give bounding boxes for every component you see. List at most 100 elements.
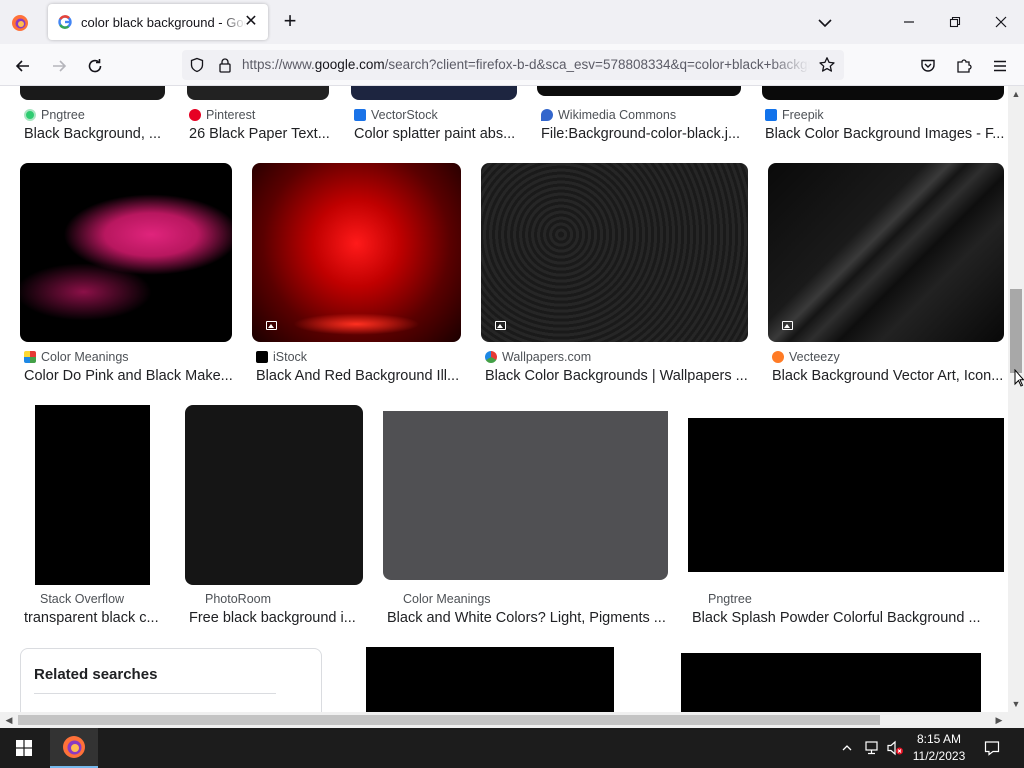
divider <box>34 693 276 694</box>
result-title[interactable]: transparent black c... <box>24 610 159 626</box>
result-image[interactable] <box>35 405 150 585</box>
navigation-toolbar: https://www.google.com/search?client=fir… <box>0 44 1024 86</box>
lock-icon[interactable] <box>218 57 232 73</box>
url-domain: google.com <box>314 57 385 72</box>
result-title[interactable]: Black And Red Background Ill... <box>256 368 459 384</box>
taskbar-firefox-button[interactable] <box>50 728 98 768</box>
show-hidden-icons-button[interactable] <box>838 728 856 768</box>
tab-close-icon[interactable]: ✕ <box>242 13 260 31</box>
bookmark-star-icon[interactable] <box>818 56 836 74</box>
start-button[interactable] <box>0 728 48 768</box>
mouse-cursor-icon <box>1014 369 1024 387</box>
page-viewport: Pngtree Pinterest VectorStock Wikimedia … <box>0 86 1008 712</box>
result-source[interactable]: Vecteezy <box>772 350 840 364</box>
notifications-button[interactable] <box>980 728 1004 768</box>
clock-date: 11/2/2023 <box>912 749 966 763</box>
result-image[interactable] <box>20 163 232 342</box>
back-arrow-icon <box>15 60 29 72</box>
scroll-up-icon[interactable]: ▲ <box>1008 86 1024 102</box>
vertical-scroll-thumb[interactable] <box>1010 289 1022 373</box>
result-source[interactable]: Wikimedia Commons <box>541 108 676 122</box>
volume-button[interactable] <box>884 728 906 768</box>
source-label: Freepik <box>782 108 824 122</box>
scroll-right-icon[interactable]: ▶ <box>991 712 1007 728</box>
address-bar[interactable]: https://www.google.com/search?client=fir… <box>182 50 844 80</box>
new-tab-button[interactable]: + <box>278 10 302 34</box>
list-all-tabs-button[interactable] <box>814 12 836 34</box>
taskbar-clock[interactable]: 8:15 AM 11/2/2023 <box>908 731 970 765</box>
windows-logo-icon <box>16 740 32 756</box>
source-label: Pinterest <box>206 108 256 122</box>
istock-favicon-icon <box>256 351 268 363</box>
extensions-button[interactable] <box>951 53 977 79</box>
result-title[interactable]: Black Background, ... <box>24 126 161 142</box>
result-source[interactable]: Wallpapers.com <box>485 350 591 364</box>
result-source[interactable]: Color Meanings <box>24 350 129 364</box>
scroll-down-icon[interactable]: ▼ <box>1008 696 1024 712</box>
result-title[interactable]: 26 Black Paper Text... <box>189 126 330 142</box>
url-path: /search?client=firefox-b-d&sca_esv=57880… <box>384 57 810 72</box>
result-image[interactable] <box>366 647 614 712</box>
firefox-icon <box>12 15 28 31</box>
result-source[interactable]: Color Meanings <box>403 592 491 606</box>
result-source[interactable]: iStock <box>256 350 307 364</box>
result-title[interactable]: Black and White Colors? Light, Pigments … <box>387 610 666 626</box>
result-image[interactable] <box>688 418 1004 572</box>
result-image[interactable] <box>383 411 668 580</box>
horizontal-scroll-thumb[interactable] <box>18 715 880 725</box>
forward-button[interactable] <box>46 53 72 79</box>
result-title[interactable]: File:Background-color-black.j... <box>541 126 740 142</box>
firefox-icon <box>63 736 85 758</box>
result-image[interactable] <box>481 163 748 342</box>
firefox-view-button[interactable] <box>6 9 34 37</box>
tab-bar: color black background - Google ✕ + <box>0 0 1024 44</box>
result-image[interactable] <box>762 86 1004 100</box>
result-source[interactable]: VectorStock <box>354 108 438 122</box>
result-title[interactable]: Black Color Background Images - F... <box>765 126 1004 142</box>
result-image[interactable] <box>351 86 517 100</box>
result-image[interactable] <box>681 653 981 712</box>
result-image[interactable] <box>252 163 461 342</box>
horizontal-scrollbar[interactable]: ◀ ▶ <box>0 712 1008 728</box>
result-source[interactable]: Stack Overflow <box>40 592 124 606</box>
tracking-protection-shield-icon[interactable] <box>189 57 205 73</box>
url-prefix: https://www. <box>242 57 315 72</box>
scrollbar-corner <box>1008 712 1024 728</box>
minimize-button[interactable] <box>897 10 921 34</box>
url-text[interactable]: https://www.google.com/search?client=fir… <box>242 57 810 72</box>
scroll-left-icon[interactable]: ◀ <box>1 712 17 728</box>
result-title[interactable]: Free black background i... <box>189 610 356 626</box>
notification-icon <box>984 741 1000 756</box>
restore-button[interactable] <box>943 10 967 34</box>
result-image[interactable] <box>768 163 1004 342</box>
vertical-scrollbar[interactable]: ▲ ▼ <box>1008 86 1024 712</box>
source-label: Color Meanings <box>41 350 129 364</box>
result-title[interactable]: Black Background Vector Art, Icon... <box>772 368 1003 384</box>
back-button[interactable] <box>10 53 36 79</box>
result-title[interactable]: Color Do Pink and Black Make... <box>24 368 233 384</box>
result-source[interactable]: PhotoRoom <box>205 592 271 606</box>
related-searches-panel: Related searches <box>20 648 322 712</box>
result-image[interactable] <box>20 86 165 100</box>
source-label: Pngtree <box>708 592 752 606</box>
result-source[interactable]: Pinterest <box>189 108 255 122</box>
close-window-button[interactable] <box>989 10 1013 34</box>
reload-button[interactable] <box>82 53 108 79</box>
result-title[interactable]: Black Color Backgrounds | Wallpapers ... <box>485 368 748 384</box>
speaker-muted-icon <box>887 740 903 756</box>
color-meanings-favicon-icon <box>24 351 36 363</box>
app-menu-button[interactable] <box>987 53 1013 79</box>
pngtree-favicon-icon <box>24 109 36 121</box>
result-source[interactable]: Pngtree <box>708 592 752 606</box>
result-title[interactable]: Black Splash Powder Colorful Background … <box>692 610 981 626</box>
result-image[interactable] <box>187 86 329 100</box>
result-source[interactable]: Freepik <box>765 108 824 122</box>
wallpapers-favicon-icon <box>485 351 497 363</box>
result-image[interactable] <box>185 405 363 585</box>
pocket-button[interactable] <box>915 53 941 79</box>
network-button[interactable] <box>860 728 882 768</box>
tab-active[interactable]: color black background - Google ✕ <box>48 4 268 40</box>
result-image[interactable] <box>537 86 741 96</box>
result-title[interactable]: Color splatter paint abs... <box>354 126 515 142</box>
result-source[interactable]: Pngtree <box>24 108 85 122</box>
